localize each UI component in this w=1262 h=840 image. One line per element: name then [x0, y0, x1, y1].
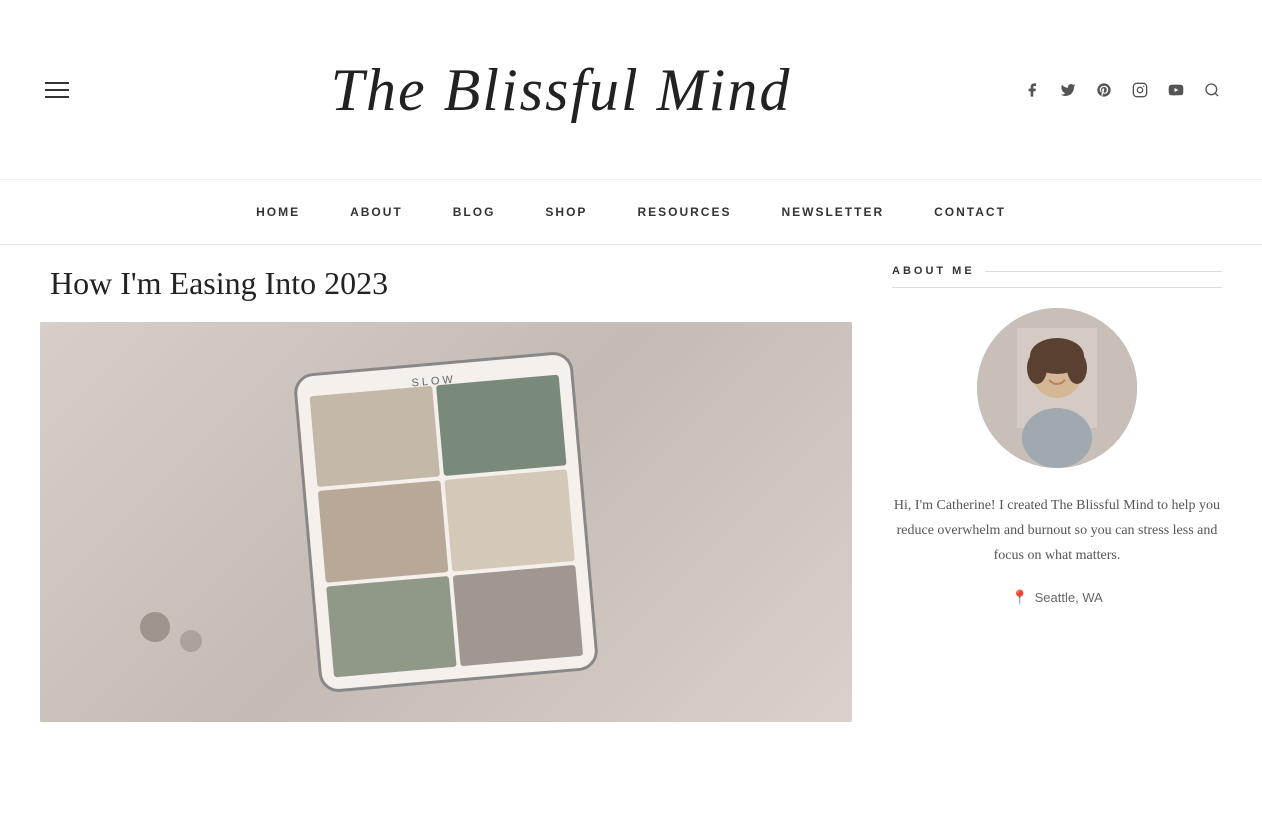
- article-featured-image: SLOW: [40, 322, 852, 722]
- facebook-icon[interactable]: [1022, 80, 1042, 100]
- article-area: How I'm Easing Into 2023 SLOW: [40, 265, 852, 722]
- about-me-section-title: ABOUT ME: [892, 265, 1222, 288]
- site-logo[interactable]: The Blissful Mind: [100, 57, 1022, 123]
- nav-item-contact[interactable]: CONTACT: [934, 200, 1006, 224]
- article-title: How I'm Easing Into 2023: [40, 265, 852, 302]
- site-header: The Blissful Mind: [0, 0, 1262, 180]
- pinterest-icon[interactable]: [1094, 80, 1114, 100]
- location-text: Seattle, WA: [1035, 590, 1103, 605]
- instagram-icon[interactable]: [1130, 80, 1150, 100]
- nav-item-resources[interactable]: RESOURCES: [637, 200, 731, 224]
- logo-text: The Blissful Mind: [100, 57, 1022, 123]
- sidebar: ABOUT ME: [892, 265, 1222, 722]
- about-me-bio: Hi, I'm Catherine! I created The Blissfu…: [892, 493, 1222, 569]
- nav-item-shop[interactable]: SHOP: [545, 200, 587, 224]
- about-me-location: 📍 Seattle, WA: [892, 589, 1222, 606]
- nav-item-newsletter[interactable]: NEWSLETTER: [781, 200, 884, 224]
- nav-item-about[interactable]: ABOUT: [350, 200, 403, 224]
- profile-image: [977, 308, 1137, 468]
- search-icon[interactable]: [1202, 80, 1222, 100]
- about-me-section: ABOUT ME: [892, 265, 1222, 606]
- main-content: How I'm Easing Into 2023 SLOW: [0, 265, 1262, 762]
- social-icons-bar: [1022, 80, 1222, 100]
- tablet-image: SLOW: [293, 350, 600, 693]
- nav-item-blog[interactable]: BLOG: [453, 200, 496, 224]
- youtube-icon[interactable]: [1166, 80, 1186, 100]
- nav-item-home[interactable]: HOME: [256, 200, 300, 224]
- twitter-icon[interactable]: [1058, 80, 1078, 100]
- main-navigation: HOME ABOUT BLOG SHOP RESOURCES NEWSLETTE…: [0, 180, 1262, 245]
- hamburger-menu-button[interactable]: [40, 77, 100, 103]
- location-pin-icon: 📍: [1011, 589, 1028, 606]
